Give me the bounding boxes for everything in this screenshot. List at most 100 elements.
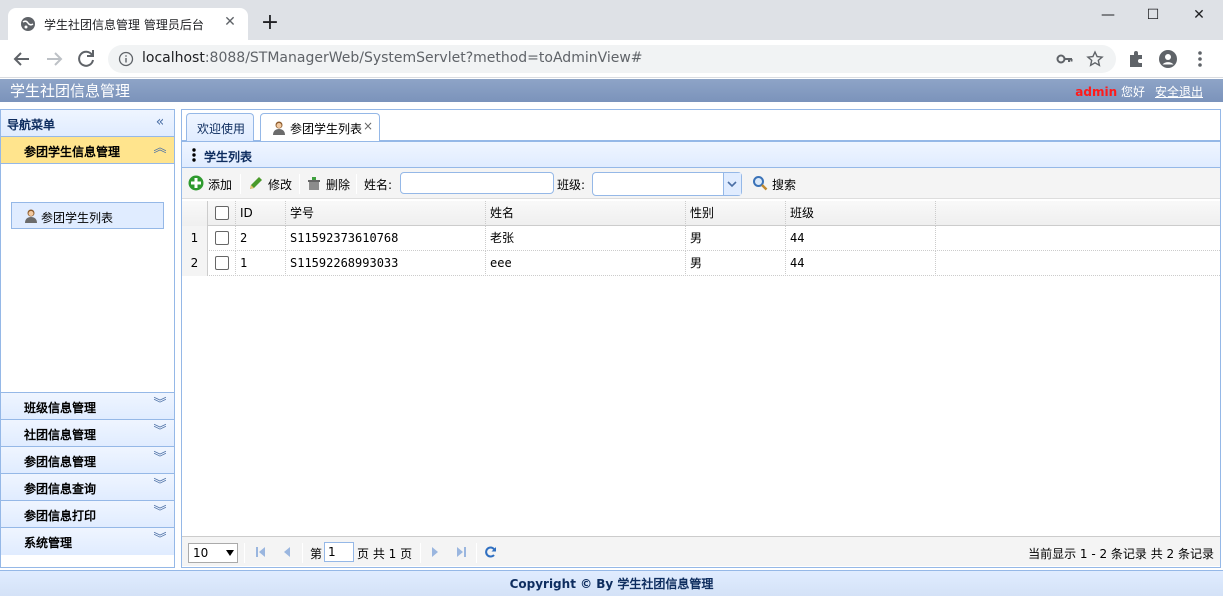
nav-panel: 导航菜单 « 参团学生信息管理 ︽ 参团学生列表 班级信息管理 ︾ 社团信息管理… [0, 109, 175, 568]
tab-welcome[interactable]: 欢迎使用 [186, 113, 254, 141]
cell-sex: 男 [686, 251, 786, 276]
chevron-up-icon[interactable]: ︽ [152, 140, 168, 158]
col-sn[interactable]: 学号 [286, 201, 486, 226]
tab-student-list[interactable]: 参团学生列表 × [260, 113, 380, 142]
nav-section-label: 社团信息管理 [24, 428, 97, 442]
cell-name: eee [486, 251, 686, 276]
nav-section-label: 参团学生信息管理 [24, 145, 121, 159]
browser-tabstrip: 学生社团信息管理 管理员后台 ✕ + — ☐ ✕ [0, 0, 1223, 40]
nav-section-print[interactable]: 参团信息打印 ︾ [1, 501, 174, 528]
app-footer: Copyright © By 学生社团信息管理 [0, 570, 1223, 596]
student-table: ID 学号 姓名 性别 班级 1 2 S11592373610768 老张 男 … [182, 201, 1220, 276]
nav-section-club[interactable]: 社团信息管理 ︾ [1, 420, 174, 447]
nav-section-class[interactable]: 班级信息管理 ︾ [1, 393, 174, 420]
collapse-left-icon[interactable]: « [152, 114, 168, 130]
reload-icon[interactable] [74, 47, 98, 71]
delete-button[interactable]: 删除 [306, 174, 354, 194]
tab-label: 欢迎使用 [197, 122, 246, 136]
chevron-down-icon[interactable]: ︾ [152, 531, 168, 549]
close-tab-icon[interactable]: ✕ [222, 14, 238, 30]
page-info: 当前显示 1 - 2 条记录 共 2 条记录 [1028, 547, 1214, 561]
puzzle-icon[interactable] [1126, 49, 1146, 69]
cell-sex: 男 [686, 226, 786, 251]
info-icon[interactable] [118, 51, 134, 67]
nav-section-query[interactable]: 参团信息查询 ︾ [1, 474, 174, 501]
prev-page-icon[interactable] [280, 545, 294, 559]
add-icon [188, 175, 204, 191]
class-select[interactable] [592, 172, 742, 196]
page-size-select[interactable]: 10 [188, 543, 238, 563]
chevron-down-icon[interactable]: ︾ [152, 477, 168, 495]
search-button[interactable]: 搜索 [752, 174, 802, 194]
nav-panel-header: 导航菜单 « [1, 110, 174, 137]
profile-icon[interactable] [1158, 49, 1178, 69]
page-prefix: 第 [310, 547, 323, 561]
forward-icon[interactable] [42, 47, 66, 71]
nav-section-join[interactable]: 参团信息管理 ︾ [1, 447, 174, 474]
back-icon[interactable] [10, 47, 34, 71]
user-area: admin 您好 安全退出 [1075, 83, 1203, 100]
browser-tab-title: 学生社团信息管理 管理员后台 [44, 18, 204, 32]
name-search-input[interactable] [400, 172, 554, 194]
table-row[interactable]: 2 1 S11592268993033 eee 男 44 [182, 251, 1220, 276]
nav-section-student[interactable]: 参团学生信息管理 ︽ [1, 137, 174, 164]
address-bar[interactable]: localhost:8088/STManagerWeb/SystemServle… [108, 45, 1116, 73]
col-name[interactable]: 姓名 [486, 201, 686, 226]
refresh-icon[interactable] [484, 545, 498, 559]
chevron-down-icon[interactable]: ︾ [152, 423, 168, 441]
nav-section-label: 参团信息管理 [24, 455, 97, 469]
toolbar-divider [356, 174, 357, 194]
add-button[interactable]: 添加 [188, 174, 236, 194]
close-window-button[interactable]: ✕ [1184, 4, 1214, 26]
search-label: 搜索 [772, 178, 797, 192]
user-icon [273, 121, 285, 135]
page-number-input[interactable]: 1 [324, 542, 354, 562]
chevron-down-icon [226, 550, 234, 556]
row-checkbox-cell [208, 226, 236, 251]
chevron-down-icon[interactable] [723, 173, 741, 195]
col-class[interactable]: 班级 [786, 201, 936, 226]
row-checkbox[interactable] [215, 256, 229, 270]
last-page-icon[interactable] [454, 545, 468, 559]
col-sex[interactable]: 性别 [686, 201, 786, 226]
globe-icon [21, 17, 35, 31]
col-id[interactable]: ID [236, 201, 286, 226]
cell-class: 44 [786, 251, 936, 276]
new-tab-button[interactable]: + [258, 12, 282, 36]
pager-divider [420, 543, 421, 563]
key-icon[interactable] [1056, 50, 1074, 68]
nav-section-label: 参团信息查询 [24, 482, 97, 496]
kebab-icon[interactable] [1190, 49, 1210, 69]
url-host: localhost [142, 50, 205, 66]
maximize-button[interactable]: ☐ [1138, 4, 1168, 26]
browser-tab[interactable]: 学生社团信息管理 管理员后台 ✕ [8, 8, 248, 40]
chevron-down-icon[interactable]: ︾ [152, 504, 168, 522]
close-icon[interactable]: × [363, 119, 373, 133]
select-all-checkbox[interactable] [215, 206, 229, 220]
nav-section-body: 参团学生列表 [1, 164, 174, 393]
first-page-icon[interactable] [254, 545, 268, 559]
next-page-icon[interactable] [428, 545, 442, 559]
app-header: 学生社团信息管理 admin 您好 安全退出 [0, 79, 1223, 102]
star-icon[interactable] [1086, 50, 1104, 68]
edit-button[interactable]: 修改 [248, 174, 296, 194]
pager-divider [244, 543, 245, 563]
logout-link[interactable]: 安全退出 [1155, 85, 1203, 99]
grid-panel: 学生列表 添加 修改 删除 姓名: 班级: 搜索 ID 学号 姓名 性别 班级 … [182, 141, 1220, 567]
nav-link-student-list[interactable]: 参团学生列表 [11, 202, 164, 229]
user-icon [25, 209, 37, 223]
cell-id: 2 [236, 226, 286, 251]
search-icon [753, 176, 768, 191]
page-suffix: 页 共 1 页 [357, 547, 413, 561]
nav-section-system[interactable]: 系统管理 ︾ [1, 528, 174, 555]
table-row[interactable]: 1 2 S11592373610768 老张 男 44 [182, 226, 1220, 251]
row-checkbox[interactable] [215, 231, 229, 245]
cell-name: 老张 [486, 226, 686, 251]
chevron-down-icon[interactable]: ︾ [152, 396, 168, 414]
chevron-down-icon[interactable]: ︾ [152, 450, 168, 468]
pager-divider [476, 543, 477, 563]
app-title: 学生社团信息管理 [10, 82, 131, 100]
minimize-button[interactable]: — [1093, 4, 1123, 26]
rownum-header [182, 201, 208, 226]
tab-label: 参团学生列表 [290, 122, 363, 136]
